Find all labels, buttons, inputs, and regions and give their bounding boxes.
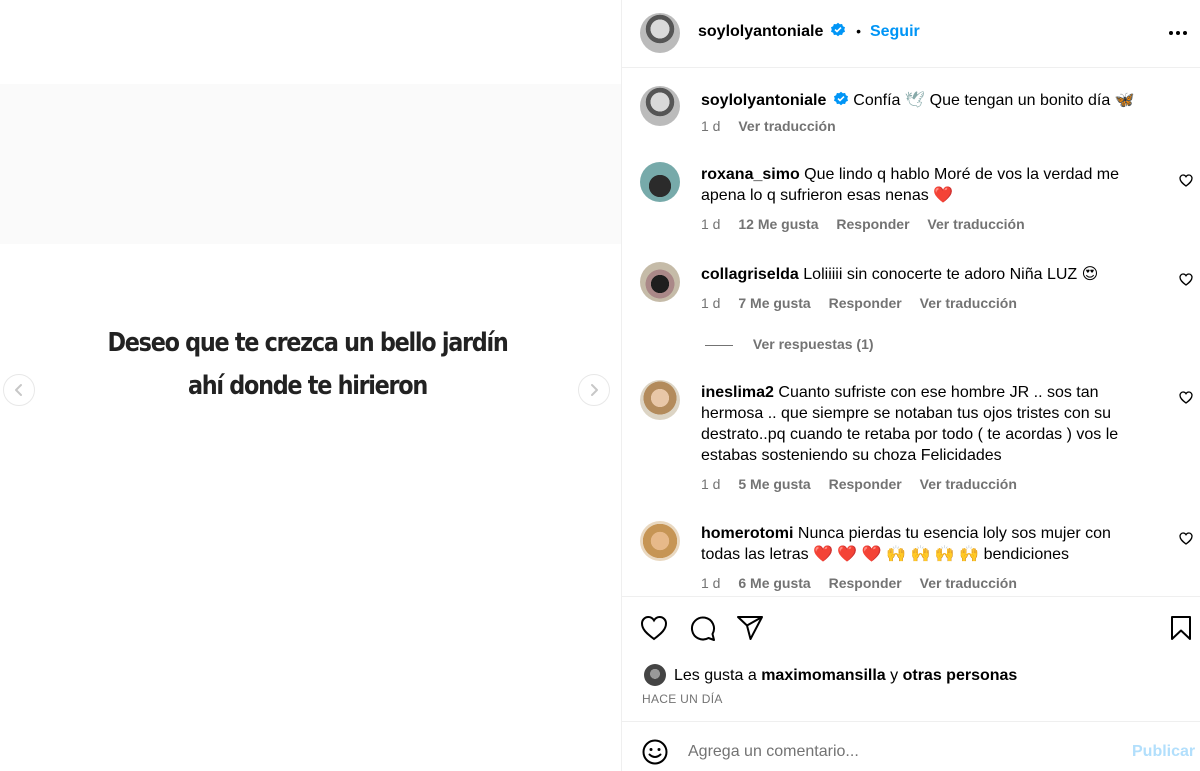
comment-username[interactable]: collagriselda [701,266,799,283]
reply-button[interactable]: Responder [829,476,902,492]
likes-prefix: Les gusta a [674,667,757,684]
verified-badge-icon [831,22,846,37]
comment-meta: 1 d 5 Me gusta Responder Ver traducción [701,476,1031,492]
liker-username[interactable]: maximomansilla [761,667,886,684]
caption-text-part1: Confía [853,92,901,109]
post-header: soylolyantoniale • Seguir [622,0,1200,68]
view-replies-line [705,344,733,346]
comment-meta: 1 d 12 Me gusta Responder Ver traducción [701,216,1039,232]
like-heart-icon[interactable] [640,615,668,641]
comment-meta: 1 d 7 Me gusta Responder Ver traducción [701,295,1031,311]
butterfly-emoji: 🦋 [1114,90,1135,109]
likes-summary: Les gusta a maximomansilla y otras perso… [674,667,1017,685]
previous-media-button[interactable] [3,374,35,406]
media-quote: Deseo que te crezca un bello jardín ahí … [43,322,572,408]
commenter-avatar[interactable] [640,262,680,302]
save-bookmark-icon[interactable] [1170,615,1192,641]
caption-time: 1 d [701,118,721,134]
commenter-avatar[interactable] [640,521,680,561]
comment-translate-link[interactable]: Ver traducción [920,295,1017,311]
comment-bubble-icon[interactable] [689,615,716,642]
comment-like-heart-icon[interactable] [1179,391,1193,404]
owner-avatar[interactable] [640,13,680,53]
view-replies-row[interactable]: Ver respuestas (1) [705,336,874,352]
comment-likes[interactable]: 7 Me gusta [738,295,810,311]
likes-others-link[interactable]: otras personas [903,667,1018,684]
comment-translate-link[interactable]: Ver traducción [920,476,1017,492]
media-top-band [0,84,621,244]
emoji-smiley-icon[interactable] [642,739,668,765]
header-user-row: soylolyantoniale • Seguir [698,22,920,41]
comment-like-heart-icon[interactable] [1179,273,1193,286]
caption-translate-link[interactable]: Ver traducción [738,118,835,134]
comment-text: ineslima2 Cuanto sufriste con ese hombre… [701,382,1141,466]
commenter-avatar[interactable] [640,380,680,420]
comment-time: 1 d [701,216,721,232]
comment-time: 1 d [701,476,721,492]
caption-avatar[interactable] [640,86,680,126]
comment-text: roxana_simo Que lindo q hablo Moré de vo… [701,164,1141,206]
reply-button[interactable]: Responder [829,295,902,311]
reply-button[interactable]: Responder [836,216,909,232]
next-media-button[interactable] [578,374,610,406]
likes-conjunction: y [890,667,899,684]
media-quote-line1: Deseo que te crezca un bello jardín [107,328,509,358]
commenter-avatar[interactable] [640,162,680,202]
liker-avatar[interactable] [644,664,666,686]
publish-button[interactable]: Publicar [1132,743,1195,761]
header-username[interactable]: soylolyantoniale [698,23,823,40]
reply-button[interactable]: Responder [829,575,902,591]
post-panel: soylolyantoniale • Seguir soylolyantonia… [621,0,1200,771]
add-comment-input[interactable] [688,739,1108,765]
comment-translate-link[interactable]: Ver traducción [927,216,1024,232]
post-timestamp[interactable]: HACE UN DÍA [642,692,723,706]
caption-text-row: soylolyantoniale Confía 🕊 Que tengan un … [701,89,1141,111]
caption-meta: 1 d Ver traducción [701,118,850,134]
chevron-left-icon [15,384,22,396]
post-actions: Les gusta a maximomansilla y otras perso… [622,596,1200,721]
dove-emoji: 🕊 [904,90,926,109]
comment-username[interactable]: homerotomi [701,525,793,542]
comment-likes[interactable]: 6 Me gusta [738,575,810,591]
chevron-right-icon [591,384,598,396]
caption-username[interactable]: soylolyantoniale [701,92,826,109]
comment-time: 1 d [701,575,721,591]
header-separator: • [856,23,862,39]
comment-meta: 1 d 6 Me gusta Responder Ver traducción [701,575,1031,591]
post-media: Deseo que te crezca un bello jardín ahí … [0,0,621,771]
media-quote-line2: ahí donde te hirieron [188,371,428,401]
comment-time: 1 d [701,295,721,311]
follow-button[interactable]: Seguir [870,23,920,40]
more-horizontal-icon[interactable] [1168,30,1188,36]
comment-like-heart-icon[interactable] [1179,532,1193,545]
comment-like-heart-icon[interactable] [1179,174,1193,187]
comment-username[interactable]: roxana_simo [701,166,800,183]
comment-translate-link[interactable]: Ver traducción [920,575,1017,591]
caption-text-part2: Que tengan un bonito día [929,92,1111,109]
view-replies-link[interactable]: Ver respuestas (1) [753,336,874,352]
share-send-icon[interactable] [736,615,764,641]
comment-text: homerotomi Nunca pierdas tu esencia loly… [701,523,1141,565]
comment-likes[interactable]: 5 Me gusta [738,476,810,492]
comment-username[interactable]: ineslima2 [701,384,774,401]
verified-badge-icon [833,91,848,106]
comment-body: Loliiiii sin conocerte te adoro Niña LUZ… [803,266,1099,283]
comment-likes[interactable]: 12 Me gusta [738,216,818,232]
comment-text: collagriselda Loliiiii sin conocerte te … [701,264,1141,285]
add-comment-bar: Publicar [622,721,1200,771]
